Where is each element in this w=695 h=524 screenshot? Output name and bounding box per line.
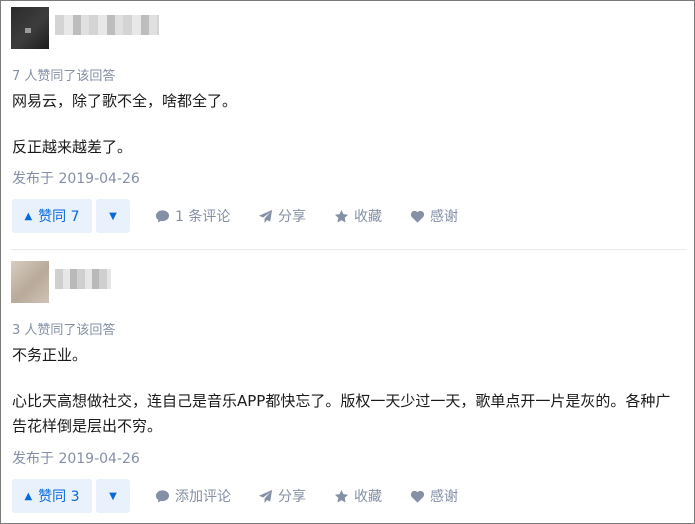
favorite-button[interactable]: 收藏 — [334, 479, 382, 513]
vote-up-button[interactable]: ▲ 赞同 3 — [12, 479, 92, 513]
answer-item: 3 人赞同了该回答 不务正业。 心比天高想做社交，连自己是音乐APP都快忘了。版… — [11, 261, 687, 513]
triangle-up-icon: ▲ — [24, 210, 33, 222]
paper-plane-icon — [258, 489, 273, 503]
answer-paragraph: 心比天高想做社交，连自己是音乐APP都快忘了。版权一天少过一天，歌单点开一片是灰… — [12, 392, 671, 435]
answer-list: 7 人赞同了该回答 网易云，除了歌不全，啥都全了。 反正越来越差了。 发布于 2… — [0, 0, 695, 524]
avatar[interactable] — [11, 261, 49, 303]
share-button[interactable]: 分享 — [258, 479, 306, 513]
triangle-down-icon: ▼ — [109, 490, 117, 502]
comment-button[interactable]: 1 条评论 — [155, 199, 230, 233]
author-info — [11, 261, 687, 309]
vote-up-label: 赞同 3 — [38, 489, 80, 505]
star-icon — [334, 489, 349, 502]
thanks-button[interactable]: 感谢 — [410, 479, 458, 513]
author-name-blurred[interactable] — [55, 15, 159, 35]
triangle-up-icon: ▲ — [24, 490, 33, 502]
comment-bubble-icon — [155, 489, 170, 503]
vote-up-button[interactable]: ▲ 赞同 7 — [12, 199, 92, 233]
favorite-label: 收藏 — [354, 489, 382, 505]
share-button[interactable]: 分享 — [258, 199, 306, 233]
thanks-label: 感谢 — [430, 489, 458, 505]
answer-paragraph: 反正越来越差了。 — [12, 138, 133, 156]
vote-up-label: 赞同 7 — [38, 209, 80, 225]
share-label: 分享 — [278, 489, 306, 505]
comment-bubble-icon — [155, 209, 170, 223]
triangle-down-icon: ▼ — [109, 210, 117, 222]
vote-down-button[interactable]: ▼ — [96, 479, 130, 513]
agree-count-text: 3 人赞同了该回答 — [12, 323, 116, 338]
author-name-blurred[interactable] — [55, 269, 111, 289]
vote-down-button[interactable]: ▼ — [96, 199, 130, 233]
comment-button[interactable]: 添加评论 — [155, 479, 231, 513]
answer-divider — [11, 249, 687, 250]
agree-count-text: 7 人赞同了该回答 — [12, 69, 116, 84]
answer-paragraph: 不务正业。 — [12, 346, 88, 364]
favorite-button[interactable]: 收藏 — [334, 199, 382, 233]
star-icon — [334, 209, 349, 222]
avatar[interactable] — [11, 7, 49, 49]
paper-plane-icon — [258, 209, 273, 223]
heart-icon — [410, 210, 425, 223]
answer-paragraph: 网易云，除了歌不全，啥都全了。 — [12, 92, 238, 110]
action-bar: ▲ 赞同 3 ▼ 添加评论 分享 收藏 感谢 — [12, 479, 682, 513]
heart-icon — [410, 490, 425, 503]
comment-label: 添加评论 — [175, 489, 231, 505]
author-info — [11, 7, 687, 55]
thanks-button[interactable]: 感谢 — [410, 199, 458, 233]
publish-date[interactable]: 发布于 2019-04-26 — [12, 448, 140, 468]
action-bar: ▲ 赞同 7 ▼ 1 条评论 分享 收藏 感谢 — [12, 199, 682, 233]
favorite-label: 收藏 — [354, 209, 382, 225]
thanks-label: 感谢 — [430, 209, 458, 225]
publish-date[interactable]: 发布于 2019-04-26 — [12, 168, 140, 188]
answer-item: 7 人赞同了该回答 网易云，除了歌不全，啥都全了。 反正越来越差了。 发布于 2… — [11, 7, 687, 233]
comment-label: 1 条评论 — [175, 209, 231, 225]
share-label: 分享 — [278, 209, 306, 225]
